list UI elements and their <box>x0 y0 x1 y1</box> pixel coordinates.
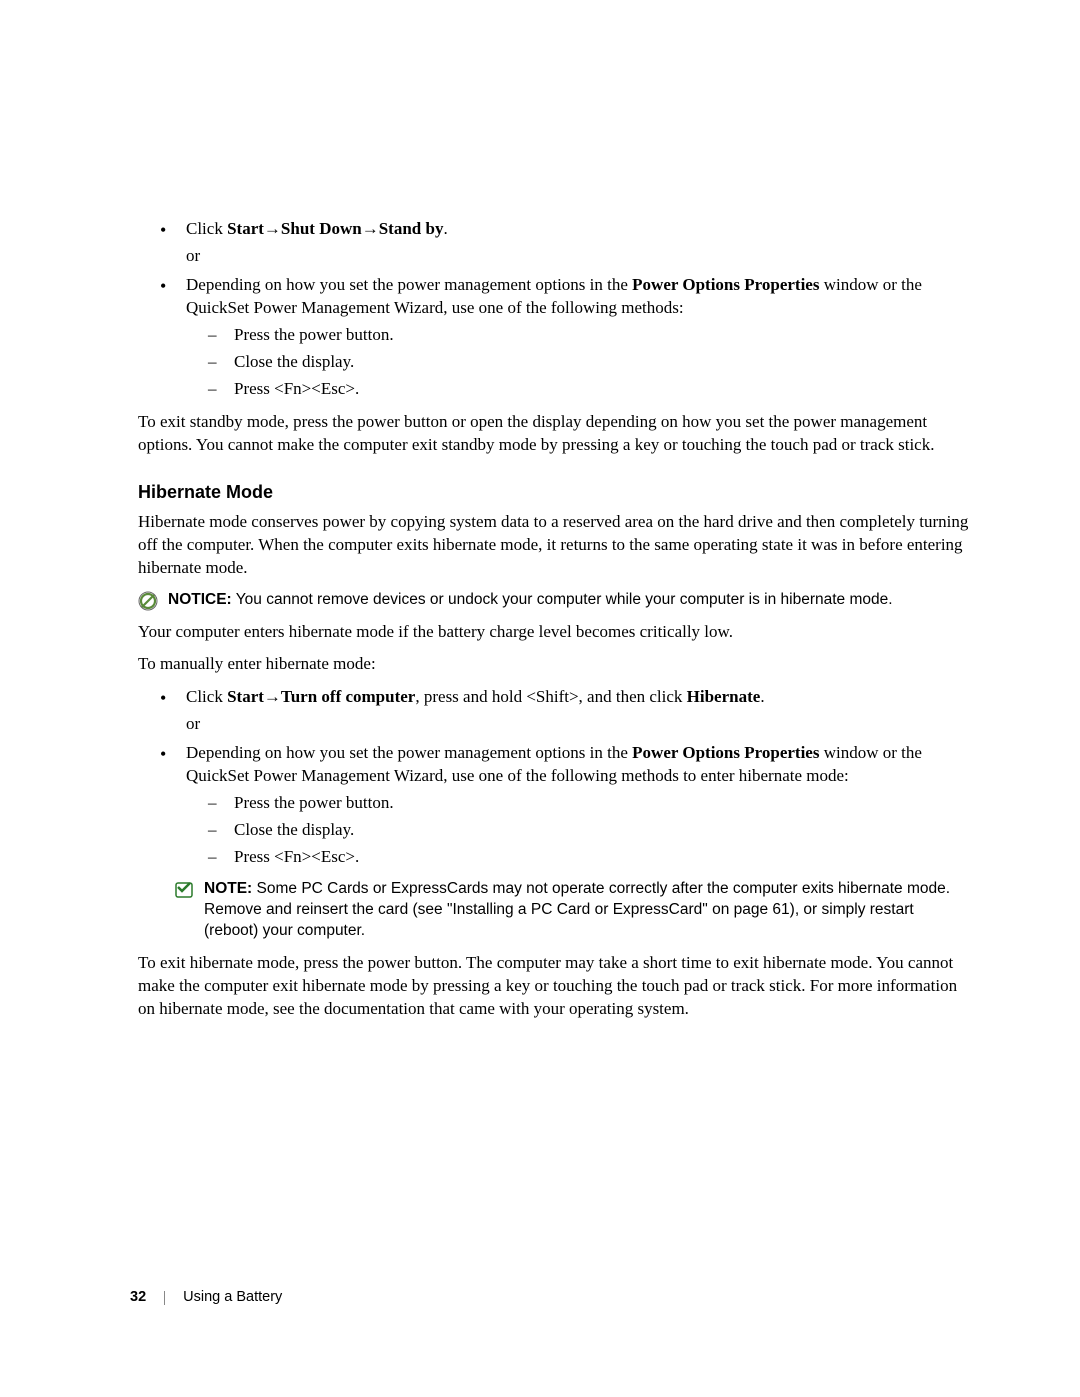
note-body: Some PC Cards or ExpressCards may not op… <box>204 880 950 939</box>
standby-list: Click Start→Shut Down→Stand by. or Depen… <box>160 218 970 401</box>
hibernate-enters: Your computer enters hibernate mode if t… <box>138 621 970 644</box>
arrow: → <box>264 687 281 706</box>
notice-label: NOTICE: <box>168 591 232 608</box>
bold-standby: Stand by <box>379 219 444 238</box>
hibernate-list: Click Start→Turn off computer, press and… <box>160 686 970 869</box>
bold-start: Start <box>227 687 264 706</box>
sub-list: Press the power button. Close the displa… <box>208 792 970 869</box>
or-text: or <box>186 713 970 736</box>
note-callout: NOTE: Some PC Cards or ExpressCards may … <box>174 879 970 942</box>
footer-divider <box>164 1291 165 1305</box>
hibernate-manual: To manually enter hibernate mode: <box>138 653 970 676</box>
list-item: Depending on how you set the power manag… <box>160 274 970 401</box>
hibernate-intro: Hibernate mode conserves power by copyin… <box>138 511 970 580</box>
hibernate-exit-paragraph: To exit hibernate mode, press the power … <box>138 952 970 1021</box>
or-text: or <box>186 245 970 268</box>
list-item: Click Start→Turn off computer, press and… <box>160 686 970 736</box>
period: . <box>760 687 764 706</box>
list-item: Close the display. <box>208 819 970 842</box>
hibernate-heading: Hibernate Mode <box>138 480 970 504</box>
list-item: Press the power button. <box>208 324 970 347</box>
page-content: Click Start→Shut Down→Stand by. or Depen… <box>138 218 970 1031</box>
note-label: NOTE: <box>204 880 252 897</box>
list-item: Click Start→Shut Down→Stand by. or <box>160 218 970 268</box>
text: Click <box>186 219 227 238</box>
notice-body: You cannot remove devices or undock your… <box>232 591 893 608</box>
list-item: Press <Fn><Esc>. <box>208 378 970 401</box>
note-icon <box>174 880 194 900</box>
list-item: Press <Fn><Esc>. <box>208 846 970 869</box>
text: , press and hold <Shift>, and then click <box>415 687 686 706</box>
list-item: Depending on how you set the power manag… <box>160 742 970 869</box>
text: Depending on how you set the power manag… <box>186 743 632 762</box>
bold-start: Start <box>227 219 264 238</box>
list-item: Close the display. <box>208 351 970 374</box>
text: Depending on how you set the power manag… <box>186 275 632 294</box>
section-title: Using a Battery <box>183 1288 282 1308</box>
page-number: 32 <box>130 1288 146 1308</box>
text: Click <box>186 687 227 706</box>
bold-shutdown: Shut Down <box>281 219 362 238</box>
bold-hibernate: Hibernate <box>687 687 761 706</box>
sub-list: Press the power button. Close the displa… <box>208 324 970 401</box>
arrow: → <box>362 219 379 238</box>
period: . <box>443 219 447 238</box>
list-item: Press the power button. <box>208 792 970 815</box>
notice-callout: NOTICE: You cannot remove devices or und… <box>138 590 970 611</box>
bold-turnoff: Turn off computer <box>281 687 415 706</box>
bold-power-options: Power Options Properties <box>632 275 819 294</box>
standby-exit-paragraph: To exit standby mode, press the power bu… <box>138 411 970 457</box>
bold-power-options: Power Options Properties <box>632 743 819 762</box>
page-footer: 32 Using a Battery <box>130 1288 282 1308</box>
notice-icon <box>138 591 158 611</box>
arrow: → <box>264 219 281 238</box>
